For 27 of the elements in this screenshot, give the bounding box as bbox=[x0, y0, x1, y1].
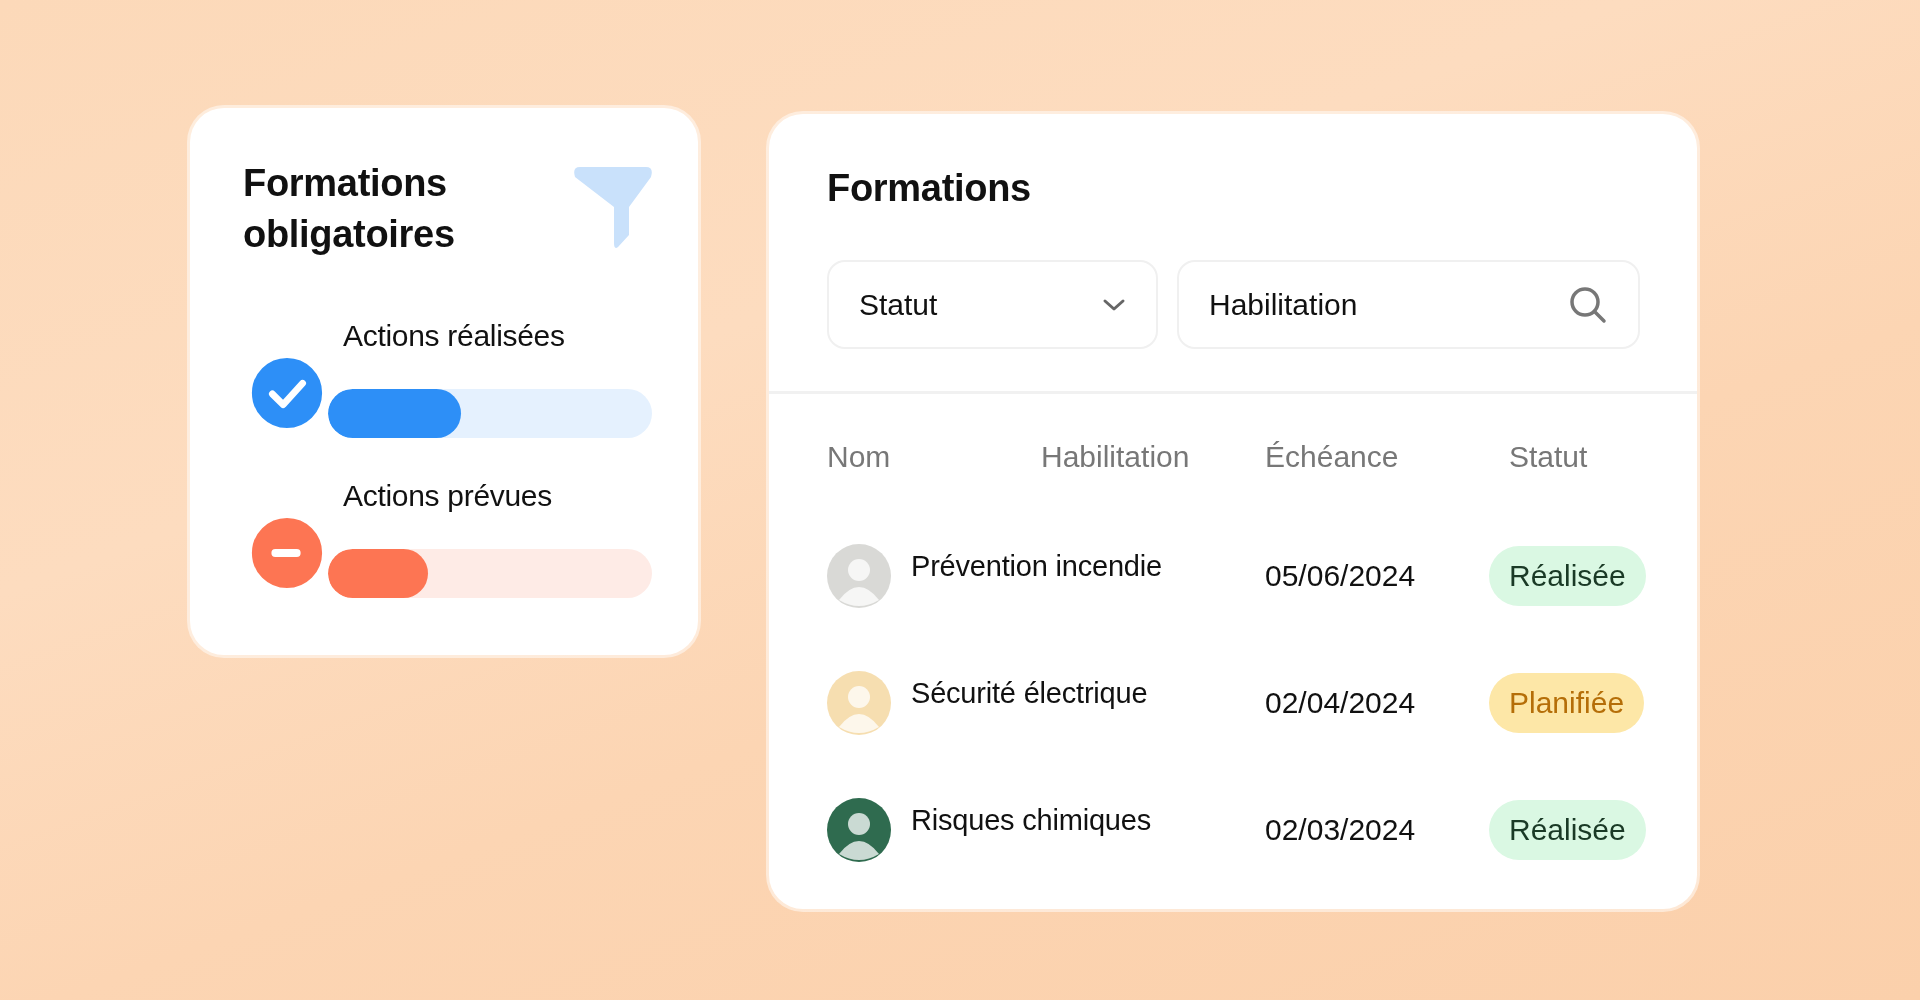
training-name: Prévention incendie bbox=[911, 550, 1162, 583]
card-title: Formations obligatoires bbox=[243, 161, 456, 257]
training-name: Risques chimiques bbox=[911, 804, 1151, 837]
due-date: 02/04/2024 bbox=[1265, 685, 1416, 720]
column-header: Statut bbox=[1509, 440, 1589, 475]
status-badge: Réalisée bbox=[1489, 545, 1646, 606]
progress-label: Actions réalisées bbox=[343, 318, 566, 354]
status-dropdown[interactable]: Statut bbox=[827, 260, 1158, 349]
column-header: Échéance bbox=[1265, 440, 1400, 475]
search-value: Habilitation bbox=[1209, 287, 1359, 322]
column-header: Habilitation bbox=[1041, 440, 1191, 475]
filter-icon bbox=[574, 167, 652, 249]
column-header: Nom bbox=[827, 440, 892, 475]
card-title: Formations bbox=[827, 166, 1032, 211]
dropdown-value: Statut bbox=[859, 287, 938, 322]
search-field[interactable]: Habilitation bbox=[1177, 260, 1640, 349]
avatar bbox=[827, 797, 891, 862]
avatar bbox=[827, 670, 891, 735]
search-icon bbox=[1568, 284, 1608, 325]
avatar bbox=[827, 543, 891, 608]
status-badge: Planifiée bbox=[1489, 672, 1645, 733]
training-name: Sécurité électrique bbox=[911, 677, 1148, 710]
due-date: 02/03/2024 bbox=[1265, 812, 1416, 847]
progress-label: Actions prévues bbox=[343, 478, 553, 514]
chevron-down-icon bbox=[1102, 297, 1126, 312]
due-date: 05/06/2024 bbox=[1265, 558, 1416, 593]
status-badge: Réalisée bbox=[1489, 799, 1646, 860]
